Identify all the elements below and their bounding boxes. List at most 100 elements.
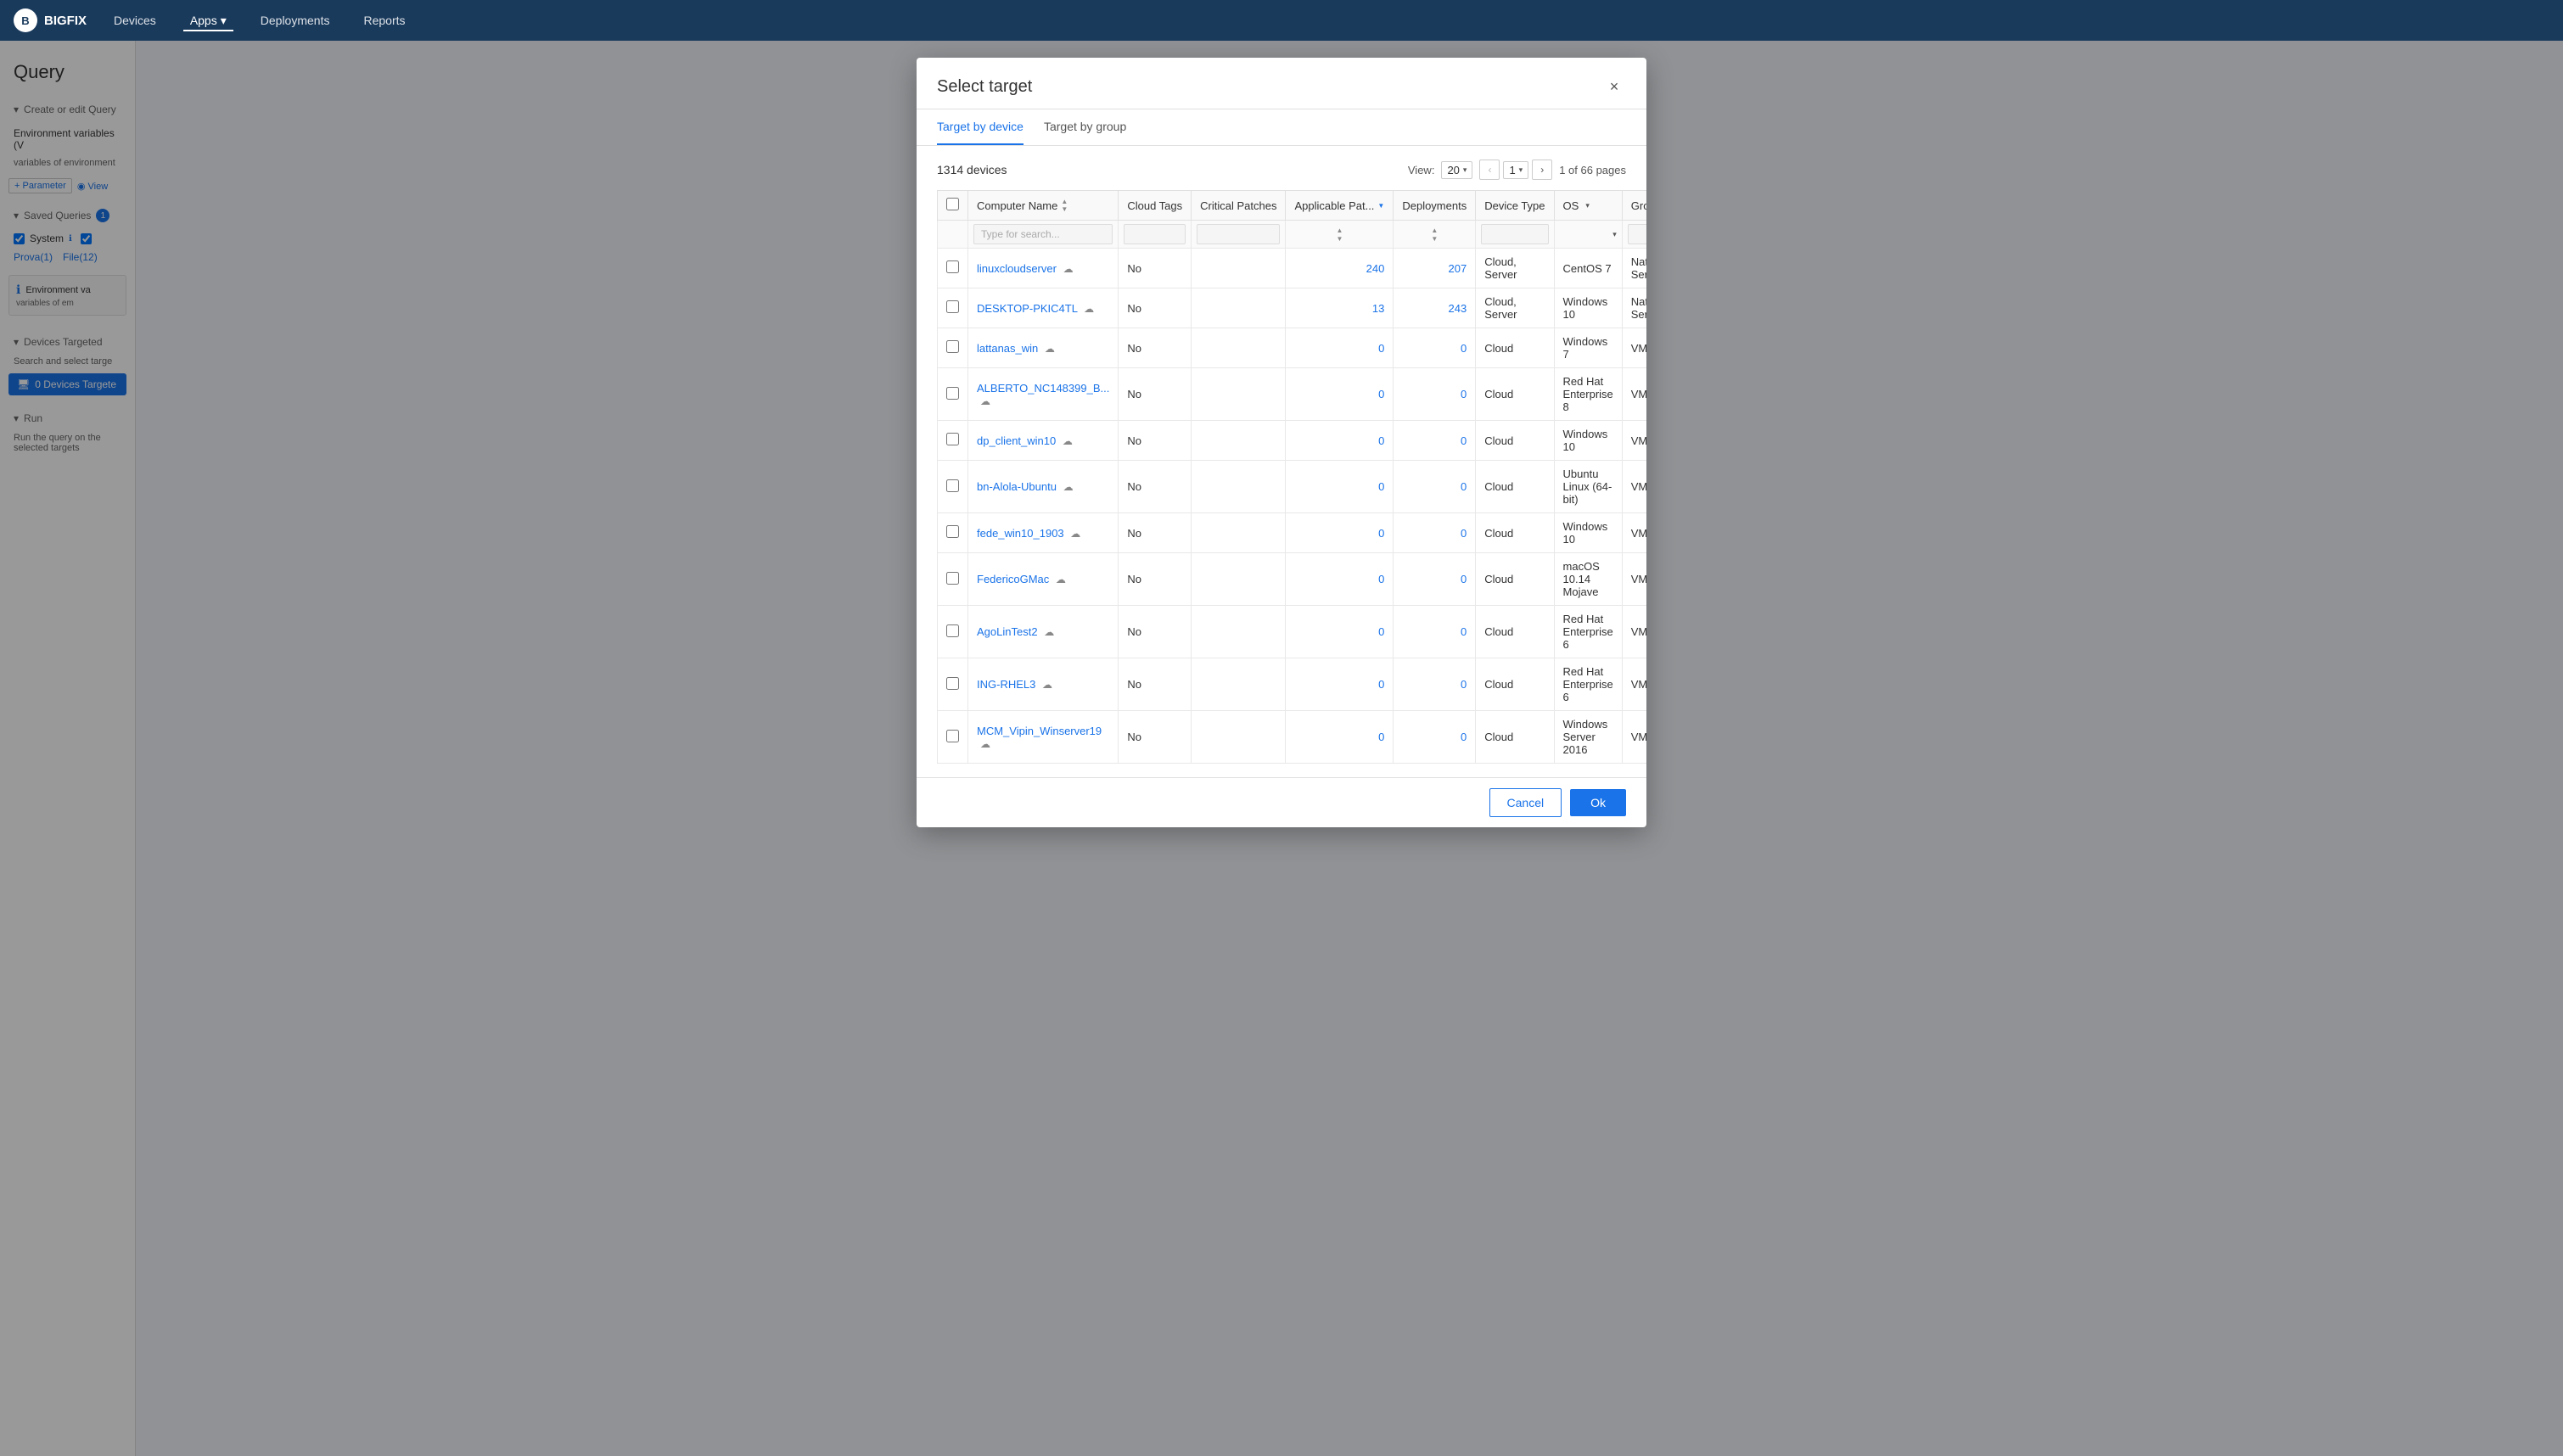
- row-critical-patches: [1192, 368, 1286, 421]
- row-applicable-patches: 0: [1286, 328, 1394, 368]
- search-device-type-cell[interactable]: [1476, 221, 1554, 249]
- select-all-header: [938, 191, 968, 221]
- cloud-icon-1: ☁: [1084, 303, 1094, 315]
- modal-title: Select target: [937, 77, 1032, 97]
- cloud-icon-7: ☁: [1056, 574, 1066, 585]
- row-checkbox-3[interactable]: [946, 387, 959, 400]
- row-checkbox-cell[interactable]: [938, 288, 968, 328]
- device-link-5[interactable]: bn-Alola-Ubuntu: [977, 480, 1057, 493]
- row-cloud-tags: No: [1119, 368, 1192, 421]
- row-checkbox-6[interactable]: [946, 525, 959, 538]
- row-checkbox-cell[interactable]: [938, 606, 968, 658]
- row-checkbox-cell[interactable]: [938, 658, 968, 711]
- device-link-7[interactable]: FedericoGMac: [977, 573, 1049, 585]
- device-link-1[interactable]: DESKTOP-PKIC4TL: [977, 302, 1077, 315]
- row-cloud-tags: No: [1119, 421, 1192, 461]
- nav-deployments[interactable]: Deployments: [254, 10, 337, 31]
- cancel-button[interactable]: Cancel: [1489, 788, 1562, 817]
- row-deployments: 0: [1394, 328, 1476, 368]
- row-checkbox-cell[interactable]: [938, 368, 968, 421]
- deployments-sort-btn[interactable]: ▲ ▼: [1399, 227, 1470, 243]
- device-count: 1314 devices: [937, 163, 1007, 176]
- row-cloud-tags: No: [1119, 606, 1192, 658]
- row-groups: VMWare: [1622, 368, 1646, 421]
- tab-target-by-device[interactable]: Target by device: [937, 109, 1024, 145]
- next-page-button[interactable]: ›: [1532, 160, 1552, 180]
- device-link-10[interactable]: MCM_Vipin_Winserver19: [977, 725, 1102, 737]
- device-link-9[interactable]: ING-RHEL3: [977, 678, 1035, 691]
- row-device-type: Cloud: [1476, 658, 1554, 711]
- device-link-8[interactable]: AgoLinTest2: [977, 625, 1038, 638]
- close-button[interactable]: ×: [1602, 75, 1626, 98]
- search-computer-name-cell[interactable]: [968, 221, 1119, 249]
- device-link-0[interactable]: linuxcloudserver: [977, 262, 1057, 275]
- computer-name-search[interactable]: [973, 224, 1113, 244]
- applicable-sort-btn[interactable]: ▲ ▼: [1291, 227, 1388, 243]
- current-page-select[interactable]: 1 ▾: [1503, 161, 1528, 179]
- row-checkbox-2[interactable]: [946, 340, 959, 353]
- search-deployments-cell[interactable]: ▲ ▼: [1394, 221, 1476, 249]
- row-groups: VMWare: [1622, 658, 1646, 711]
- row-applicable-patches: 240: [1286, 249, 1394, 288]
- select-all-checkbox[interactable]: [946, 198, 959, 210]
- row-checkbox-7[interactable]: [946, 572, 959, 585]
- per-page-value: 20: [1447, 164, 1459, 176]
- nav-devices[interactable]: Devices: [107, 10, 163, 31]
- row-checkbox-9[interactable]: [946, 677, 959, 690]
- nav-apps[interactable]: Apps ▾: [183, 10, 233, 31]
- prev-page-button[interactable]: ‹: [1479, 160, 1500, 180]
- device-type-search[interactable]: [1481, 224, 1548, 244]
- th-os[interactable]: OS ▾: [1554, 191, 1622, 221]
- brand-name: BIGFIX: [44, 14, 87, 28]
- groups-search[interactable]: [1628, 224, 1646, 244]
- row-checkbox-4[interactable]: [946, 433, 959, 445]
- modal-body: 1314 devices View: 20 ▾ ‹ 1: [917, 146, 1646, 777]
- row-checkbox-cell[interactable]: [938, 249, 968, 288]
- search-critical-patches-cell[interactable]: [1192, 221, 1286, 249]
- device-link-2[interactable]: lattanas_win: [977, 342, 1038, 355]
- row-os: Windows Server 2016: [1554, 711, 1622, 764]
- row-os: CentOS 7: [1554, 249, 1622, 288]
- nav-reports[interactable]: Reports: [356, 10, 412, 31]
- cloud-icon-4: ☁: [1063, 435, 1073, 447]
- row-checkbox-5[interactable]: [946, 479, 959, 492]
- row-checkbox-cell[interactable]: [938, 553, 968, 606]
- os-filter-dropdown[interactable]: ▾: [1612, 230, 1617, 239]
- row-checkbox-8[interactable]: [946, 624, 959, 637]
- per-page-select[interactable]: 20 ▾: [1441, 161, 1472, 179]
- search-applicable-cell[interactable]: ▲ ▼: [1286, 221, 1394, 249]
- row-checkbox-cell[interactable]: [938, 513, 968, 553]
- row-checkbox-cell[interactable]: [938, 421, 968, 461]
- row-critical-patches: [1192, 553, 1286, 606]
- row-checkbox-cell[interactable]: [938, 461, 968, 513]
- tab-target-by-group[interactable]: Target by group: [1044, 109, 1126, 145]
- row-computer-name: ALBERTO_NC148399_B... ☁: [968, 368, 1119, 421]
- device-link-4[interactable]: dp_client_win10: [977, 434, 1056, 447]
- device-link-3[interactable]: ALBERTO_NC148399_B...: [977, 382, 1109, 395]
- row-os: Red Hat Enterprise 6: [1554, 658, 1622, 711]
- table-toolbar: 1314 devices View: 20 ▾ ‹ 1: [937, 160, 1626, 180]
- row-checkbox-0[interactable]: [946, 260, 959, 273]
- row-checkbox-1[interactable]: [946, 300, 959, 313]
- search-groups-cell[interactable]: [1622, 221, 1646, 249]
- row-groups: VMWare: [1622, 421, 1646, 461]
- row-checkbox-cell[interactable]: [938, 711, 968, 764]
- row-os: Windows 10: [1554, 513, 1622, 553]
- ok-button[interactable]: Ok: [1570, 789, 1626, 816]
- row-computer-name: dp_client_win10 ☁: [968, 421, 1119, 461]
- th-applicable-patches[interactable]: Applicable Pat... ▼: [1286, 191, 1394, 221]
- search-os-cell[interactable]: ▾: [1554, 221, 1622, 249]
- brand-logo: B BIGFIX: [14, 8, 87, 32]
- row-checkbox-10[interactable]: [946, 730, 959, 742]
- th-computer-name[interactable]: Computer Name ▲▼: [968, 191, 1119, 221]
- row-deployments: 0: [1394, 711, 1476, 764]
- critical-patches-search[interactable]: [1197, 224, 1280, 244]
- cloud-icon-6: ☁: [1070, 528, 1080, 540]
- row-checkbox-cell[interactable]: [938, 328, 968, 368]
- search-cloud-tags-cell[interactable]: [1119, 221, 1192, 249]
- row-groups: VMWare: [1622, 606, 1646, 658]
- row-critical-patches: [1192, 421, 1286, 461]
- row-groups: NativeBoys, ServerBas...: [1622, 249, 1646, 288]
- cloud-tags-search[interactable]: [1124, 224, 1186, 244]
- device-link-6[interactable]: fede_win10_1903: [977, 527, 1064, 540]
